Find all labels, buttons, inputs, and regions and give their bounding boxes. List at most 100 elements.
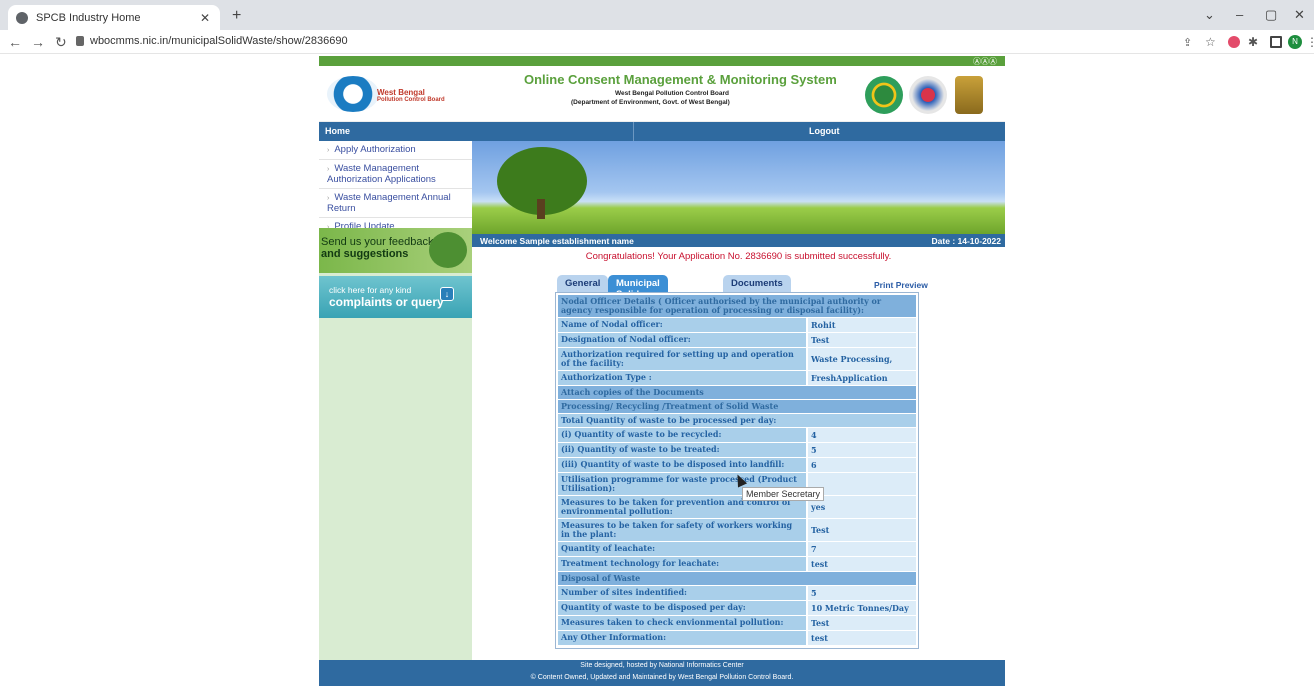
star-icon[interactable]: ☆ — [1205, 35, 1216, 49]
close-window-icon[interactable]: ✕ — [1294, 7, 1305, 23]
date-text: Date : 14-10-2022 — [931, 236, 1001, 246]
row-label: Authorization required for setting up an… — [558, 348, 806, 370]
sidebar-item-annual-return[interactable]: › Waste Management Annual Return — [319, 189, 472, 218]
lock-icon — [76, 36, 84, 46]
section-header: Disposal of Waste — [558, 572, 916, 585]
row-label: Measures to be taken for safety of worke… — [558, 519, 806, 541]
table-row: (iii) Quantity of waste to be disposed i… — [558, 458, 916, 472]
reload-icon[interactable]: ↻ — [55, 34, 67, 51]
section-header: Processing/ Recycling /Treatment of Soli… — [558, 400, 916, 413]
plant-hands-icon — [429, 232, 467, 268]
table-row: Measures taken to check envionmental pol… — [558, 616, 916, 630]
welcome-bar: Welcome Sample establishment name Date :… — [472, 234, 1005, 247]
table-row: Measures to be taken for prevention and … — [558, 496, 916, 518]
table-row: (ii) Quantity of waste to be treated: 5 — [558, 443, 916, 457]
sidebar: › Apply Authorization › Waste Management A… — [319, 141, 472, 660]
row-value: Test — [808, 519, 916, 541]
home-link[interactable]: Home — [325, 126, 350, 136]
state-emblem-icon — [865, 76, 903, 114]
table-row: Authorization Type : FreshApplication — [558, 371, 916, 385]
table-row: Total Quantity of waste to be processed … — [558, 414, 916, 427]
feedback-banner[interactable]: Send us your feedback and suggestions — [319, 228, 472, 273]
minimize-icon[interactable]: – — [1236, 7, 1243, 22]
row-value: Waste Processing, — [808, 348, 916, 370]
globe-icon — [16, 11, 28, 24]
tab-title: SPCB Industry Home — [36, 11, 141, 24]
row-value: 10 Metric Tonnes/Day — [808, 601, 916, 615]
menu-icon[interactable]: ⋮ — [1306, 35, 1314, 49]
puzzle-icon[interactable]: ✱ — [1248, 35, 1258, 49]
row-label: Nodal Officer Details ( Officer authoris… — [558, 295, 916, 317]
sidebar-item-apply-authorization[interactable]: › Apply Authorization — [319, 141, 472, 160]
profile-avatar[interactable]: N — [1288, 35, 1302, 49]
page: ⒶⒶⒶ West Bengal Pollution Control Board … — [319, 56, 1005, 686]
seal-icon — [909, 76, 947, 114]
close-tab-icon[interactable]: ✕ — [200, 11, 210, 25]
row-value: FreshApplication — [808, 371, 916, 385]
wbpcb-logo — [327, 76, 379, 112]
row-value: 7 — [808, 542, 916, 556]
footer: Site designed, hosted by National Inform… — [319, 660, 1005, 686]
row-label: (i) Quantity of waste to be recycled: — [558, 428, 806, 442]
table-row: Treatment technology for leachate: test — [558, 557, 916, 571]
top-strip: ⒶⒶⒶ — [319, 56, 1005, 66]
tab-municipal-solid-waste[interactable]: Municipal Solid Waste — [608, 275, 668, 311]
browser-tab[interactable]: SPCB Industry Home ✕ — [8, 5, 220, 30]
table-row: Number of sites indentified: 5 — [558, 586, 916, 600]
restore-icon[interactable]: ▢ — [1265, 7, 1277, 23]
row-value: test — [808, 557, 916, 571]
forward-icon[interactable]: → — [31, 34, 45, 50]
section-header: Nodal Officer Details ( Officer authoris… — [558, 295, 916, 317]
row-label: Quantity of waste to be disposed per day… — [558, 601, 806, 615]
row-value: 4 — [808, 428, 916, 442]
table-row: Quantity of waste to be disposed per day… — [558, 601, 916, 615]
table-row: Any Other Information: test — [558, 631, 916, 645]
table-row: Measures to be taken for safety of worke… — [558, 519, 916, 541]
download-icon: ↓ — [440, 287, 454, 301]
org-name: West Bengal — [377, 88, 425, 97]
header-sub1: West Bengal Pollution Control Board — [615, 90, 729, 97]
arrow-icon: › — [327, 147, 330, 154]
share-icon[interactable]: ⇪ — [1183, 36, 1192, 49]
back-icon[interactable]: ← — [8, 34, 22, 50]
section-header: Attach copies of the Documents — [558, 386, 916, 399]
row-value — [808, 473, 916, 495]
address-bar: ← → ↻ wbocmms.nic.in/municipalSolidWaste… — [0, 30, 1314, 54]
site-header: West Bengal Pollution Control Board Onli… — [319, 66, 1005, 122]
url-field[interactable]: wbocmms.nic.in/municipalSolidWaste/show/… — [90, 35, 348, 47]
logout-link[interactable]: Logout — [809, 126, 840, 136]
tab-documents[interactable]: Documents — [723, 275, 791, 292]
row-value: 5 — [808, 443, 916, 457]
table-row: (i) Quantity of waste to be recycled: 4 — [558, 428, 916, 442]
row-label: Authorization Type : — [558, 371, 806, 385]
row-value: Test — [808, 616, 916, 630]
print-preview-link[interactable]: Print Preview — [874, 280, 928, 290]
row-label: Quantity of leachate: — [558, 542, 806, 556]
row-value: Rohit — [808, 318, 916, 332]
top-menu: Home Logout — [319, 122, 1005, 141]
sidepanel-icon[interactable] — [1270, 36, 1282, 48]
footer-line2: © Content Owned, Updated and Maintained … — [530, 674, 794, 681]
success-message: Congratulations! Your Application No. 28… — [585, 251, 892, 262]
row-label: Number of sites indentified: — [558, 586, 806, 600]
hero-banner — [472, 141, 1005, 234]
system-title: Online Consent Management & Monitoring S… — [524, 72, 837, 87]
tab-general[interactable]: General — [557, 275, 609, 292]
row-value: test — [808, 631, 916, 645]
row-value: 5 — [808, 586, 916, 600]
table-row: Name of Nodal officer: Rohit — [558, 318, 916, 332]
row-label: Any Other Information: — [558, 631, 806, 645]
complaint-banner[interactable]: click here for any kind complaints or qu… — [319, 276, 472, 318]
row-value: yes — [808, 496, 916, 518]
row-label: Processing/ Recycling /Treatment of Soli… — [558, 400, 916, 413]
arrow-icon: › — [327, 195, 330, 202]
row-value: 6 — [808, 458, 916, 472]
sidebar-item-waste-applications[interactable]: › Waste Management Authorization Applicat… — [319, 160, 472, 189]
chevron-down-icon[interactable]: ⌄ — [1204, 7, 1215, 23]
table-row: Designation of Nodal officer: Test — [558, 333, 916, 347]
row-label: (iii) Quantity of waste to be disposed i… — [558, 458, 806, 472]
row-label: Attach copies of the Documents — [558, 386, 916, 399]
new-tab-icon[interactable]: + — [232, 7, 241, 25]
welcome-text: Welcome Sample establishment name — [480, 236, 634, 246]
extension-icon[interactable] — [1228, 36, 1240, 48]
